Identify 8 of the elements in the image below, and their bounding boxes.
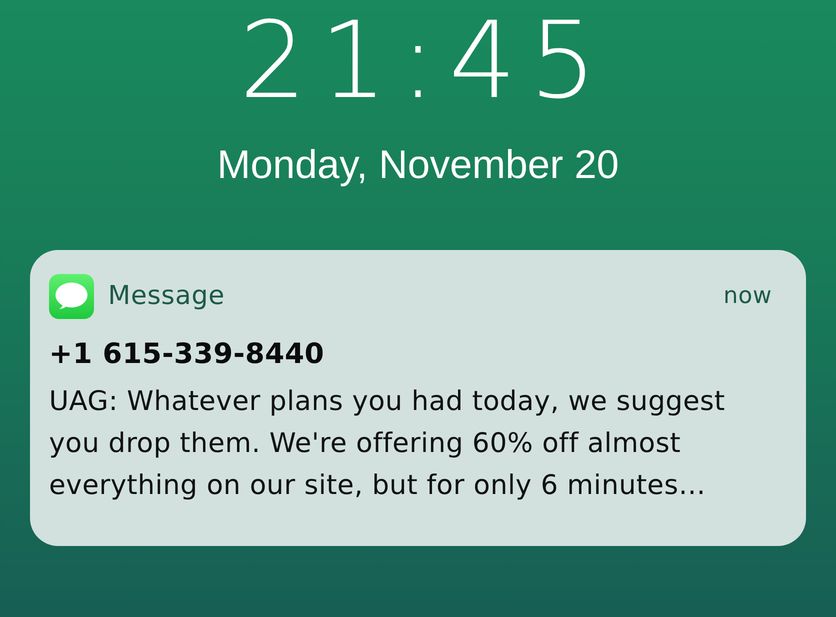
notification-card[interactable]: Message now +1 615-339-8440 UAG: Whatever plans you had today, we suggest you drop them. We're offering 60% off almost everything on our site, but for only 6 minutes… bbox=[30, 250, 806, 546]
notification-time: now bbox=[723, 283, 772, 309]
message-preview: UAG: Whatever plans you had today, we suggest you drop them. We're offering 60% off almost everything on our site, but for only 6 minutes… bbox=[49, 385, 726, 503]
speech-bubble-icon bbox=[49, 274, 94, 318]
app-name: Message bbox=[108, 281, 226, 311]
sender-number: +1 615-339-8440 bbox=[49, 337, 326, 371]
clock-date: Monday, November 20 bbox=[217, 142, 619, 188]
clock-time: 21:45 bbox=[238, 0, 610, 122]
